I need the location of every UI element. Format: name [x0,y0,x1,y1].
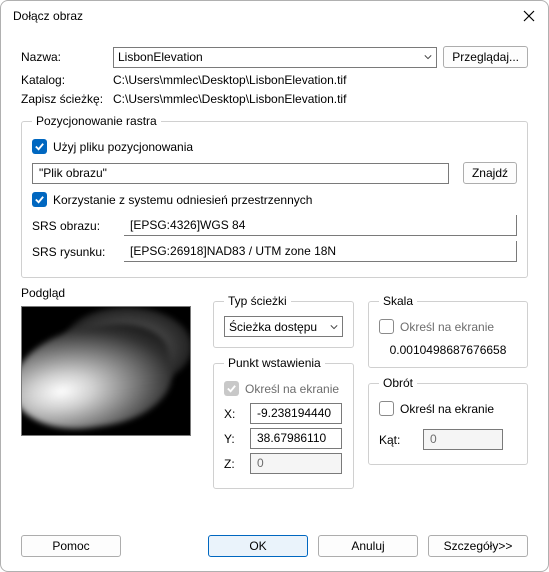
scale-specify-label: Określ na ekranie [400,320,494,334]
x-label: X: [224,407,240,421]
ok-button[interactable]: OK [208,535,308,557]
srs-image-field[interactable]: [EPSG:4326]WGS 84 [124,215,517,236]
cancel-button[interactable]: Anuluj [318,535,418,557]
preview-image [21,306,191,436]
browse-button[interactable]: Przeglądaj... [443,46,528,68]
preview-label: Podgląd [21,286,199,300]
catalog-value: C:\Users\mmlec\Desktop\LisbonElevation.t… [113,73,528,87]
insertion-specify-label: Określ na ekranie [245,382,339,396]
use-positioning-file-checkbox[interactable]: Użyj pliku pozycjonowania [32,139,193,154]
path-type-group: Typ ścieżki Ścieżka dostępu [213,294,354,348]
scale-value: 0.0010498687676658 [379,343,517,357]
image-file-field[interactable]: "Plik obrazu" [32,163,449,184]
rotation-legend: Obrót [379,376,417,390]
path-type-dropdown[interactable]: Ścieżka dostępu [224,316,343,337]
insertion-point-legend: Punkt wstawienia [224,356,325,370]
chevron-down-icon [330,323,338,331]
preview-column: Podgląd [21,286,199,497]
insertion-point-group: Punkt wstawienia Określ na ekranie X: -9… [213,356,354,489]
image-file-value: "Plik obrazu" [39,166,107,180]
checkbox-icon [379,401,394,416]
raster-positioning-legend: Pozycjonowanie rastra [32,114,161,128]
details-button[interactable]: Szczegóły>> [428,535,528,557]
x-value[interactable]: -9.238194440 [250,403,342,424]
name-dropdown[interactable]: LisbonElevation [113,47,437,68]
help-button[interactable]: Pomoc [21,535,121,557]
rotation-specify-label: Określ na ekranie [400,402,494,416]
scale-group: Skala Określ na ekranie 0.00104986876766… [368,294,528,368]
rotation-specify-checkbox[interactable]: Określ na ekranie [379,401,494,416]
use-srs-label: Korzystanie z systemu odniesień przestrz… [53,193,312,207]
chevron-down-icon [424,53,432,61]
checkbox-icon [379,319,394,334]
srs-image-label: SRS obrazu: [32,219,124,233]
srs-drawing-label: SRS rysunku: [32,245,124,259]
savepath-value: C:\Users\mmlec\Desktop\LisbonElevation.t… [113,92,528,106]
use-srs-checkbox[interactable]: Korzystanie z systemu odniesień przestrz… [32,192,312,207]
scale-specify-checkbox: Określ na ekranie [379,319,494,334]
rotation-group: Obrót Określ na ekranie Kąt: 0 [368,376,528,465]
dialog-footer: Pomoc OK Anuluj Szczegóły>> [1,531,548,571]
check-icon [32,139,47,154]
path-type-legend: Typ ścieżki [224,294,291,308]
z-value: 0 [250,453,342,474]
window-title: Dołącz obraz [13,9,83,23]
srs-drawing-field[interactable]: [EPSG:26918]NAD83 / UTM zone 18N [124,241,517,262]
find-button[interactable]: Znajdź [463,162,517,184]
srs-image-value: [EPSG:4326]WGS 84 [130,218,245,232]
angle-value: 0 [423,429,503,450]
close-icon[interactable] [522,9,536,23]
raster-positioning-group: Pozycjonowanie rastra Użyj pliku pozycjo… [21,114,528,278]
name-dropdown-value: LisbonElevation [118,50,424,64]
attach-image-dialog: Dołącz obraz Nazwa: LisbonElevation Prze… [0,0,549,572]
y-value[interactable]: 38.67986110 [250,428,342,449]
catalog-label: Katalog: [21,73,113,87]
z-label: Z: [224,457,240,471]
use-positioning-file-label: Użyj pliku pozycjonowania [53,140,193,154]
path-type-value: Ścieżka dostępu [229,320,330,334]
srs-drawing-value: [EPSG:26918]NAD83 / UTM zone 18N [130,244,336,258]
savepath-label: Zapisz ścieżkę: [21,92,113,106]
titlebar: Dołącz obraz [1,1,548,31]
name-label: Nazwa: [21,50,113,64]
angle-label: Kąt: [379,433,413,447]
dialog-body: Nazwa: LisbonElevation Przeglądaj... Kat… [1,31,548,531]
check-icon [32,192,47,207]
insertion-specify-checkbox: Określ na ekranie [224,381,339,396]
check-icon [224,381,239,396]
scale-legend: Skala [379,294,417,308]
y-label: Y: [224,432,240,446]
